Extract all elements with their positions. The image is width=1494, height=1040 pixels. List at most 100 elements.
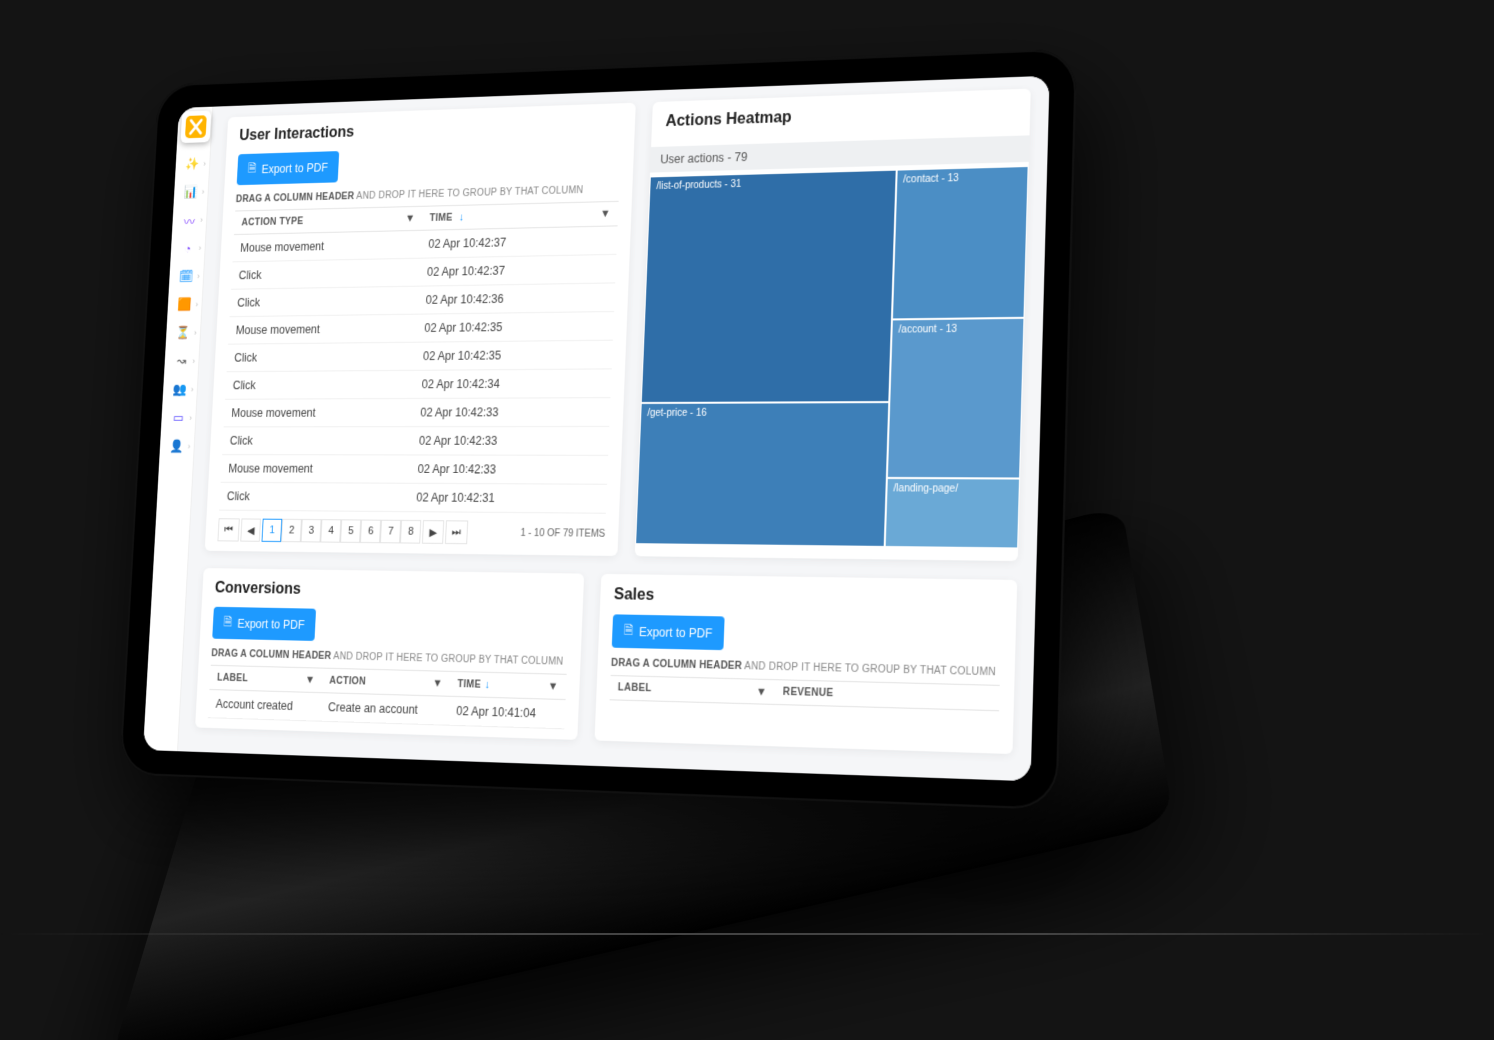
pager-page[interactable]: 8 [400,520,421,544]
table-row[interactable]: Mouse movement02 Apr 10:42:33 [224,398,611,427]
nav-user-plus-icon[interactable]: 👤› [159,432,194,461]
app-screen: ✨›📊›〰›◔›🗓›🟧›⏳›↝›👥›▭›👤› User Interactions… [143,76,1050,782]
export-pdf-button[interactable]: 🗎 Export to PDF [237,151,340,185]
sort-desc-icon[interactable]: ↓ [484,679,490,691]
export-pdf-button[interactable]: 🗎 Export to PDF [612,614,725,650]
col-time[interactable]: TIME ↓ ▼ [422,201,619,230]
nav-funnel-icon[interactable]: ⏳› [166,318,201,347]
group-hint[interactable]: DRAG A COLUMN HEADER AND DROP IT HERE TO… [611,658,1000,679]
nav-trend-icon[interactable]: 〰› [172,206,207,235]
pager-first-button[interactable]: ⏮ [217,518,239,541]
card-icon: ▭ [173,410,184,425]
pager-prev-button[interactable]: ◀ [240,518,261,541]
chevron-right-icon: › [197,271,200,280]
filter-icon[interactable]: ▼ [600,208,611,220]
chevron-right-icon: › [191,385,194,394]
sort-desc-icon[interactable]: ↓ [459,211,465,223]
panel-title: User Interactions [239,115,622,145]
app-logo[interactable] [180,110,211,143]
table-row[interactable]: Mouse movement02 Apr 10:42:35 [228,312,614,345]
pager-summary: 1 - 10 OF 79 ITEMS [469,527,605,539]
chevron-right-icon: › [192,356,195,365]
chevron-right-icon: › [200,215,203,224]
filter-icon[interactable]: ▼ [305,674,316,686]
chevron-right-icon: › [194,328,197,337]
export-pdf-label: Export to PDF [237,616,305,631]
nav-card-icon[interactable]: ▭› [161,404,196,433]
gauge-icon: ◔ [184,241,192,255]
pager-page[interactable]: 2 [281,519,302,542]
col-label[interactable]: LABEL▼ [610,675,776,704]
export-pdf-label: Export to PDF [639,624,713,640]
nav-calendar-icon[interactable]: 🗓› [169,262,204,291]
table-row[interactable]: Mouse movement02 Apr 10:42:33 [221,455,609,485]
nav-gauge-icon[interactable]: ◔› [170,234,205,263]
filter-icon[interactable]: ▼ [432,677,443,689]
filter-icon[interactable]: ▼ [756,686,768,699]
treemap-cell[interactable]: /list-of-products - 31 [641,170,897,404]
export-pdf-label: Export to PDF [261,160,328,175]
chevron-right-icon: › [201,187,204,196]
treemap-cell[interactable]: /landing-page/ [884,478,1020,548]
pdf-icon: 🗎 [247,159,256,179]
calendar-icon: 🗓 [179,269,194,284]
col-label[interactable]: LABEL▼ [209,665,322,692]
treemap-cell[interactable]: /account - 13 [887,318,1025,479]
chart-bar-icon: 📊 [184,184,199,199]
main-content: User Interactions 🗎 Export to PDF DRAG A… [178,76,1050,782]
nav-flow-icon[interactable]: ↝› [164,347,199,376]
interactions-table: ACTION TYPE ▼ TIME ↓ ▼ Mouse m [219,201,619,514]
table-row[interactable]: Click02 Apr 10:42:34 [225,369,612,399]
group-hint[interactable]: DRAG A COLUMN HEADER AND DROP IT HERE TO… [211,648,567,667]
col-action[interactable]: ACTION▼ [322,668,451,696]
filter-icon[interactable]: ▼ [405,213,416,225]
nav-area-chart-icon[interactable]: 🟧› [167,290,202,319]
users-icon: 👥 [173,382,188,397]
table-row[interactable]: Click02 Apr 10:42:31 [219,482,607,513]
funnel-icon: ⏳ [176,325,191,340]
pager-page[interactable]: 7 [380,520,401,544]
trend-icon: 〰 [183,211,195,229]
pager-page[interactable]: 1 [262,519,283,542]
treemap-cell[interactable]: /get-price - 16 [635,402,889,546]
user-plus-icon: 👤 [169,439,184,454]
treemap: /list-of-products - 31 /contact - 13 /ac… [635,166,1028,549]
pager-next-button[interactable]: ▶ [422,520,444,544]
chevron-right-icon: › [198,243,201,252]
panel-user-interactions: User Interactions 🗎 Export to PDF DRAG A… [205,103,636,556]
pager-page[interactable]: 4 [321,519,342,543]
panel-title: Sales [614,586,1003,611]
panel-title: Actions Heatmap [665,101,1016,131]
tablet-device: ✨›📊›〰›◔›🗓›🟧›⏳›↝›👥›▭›👤› User Interactions… [119,48,1077,810]
pager: ⏮ ◀ 12345678 ▶ ⏭ 1 - 10 OF 79 ITEMS [217,518,605,546]
panel-sales: Sales 🗎 Export to PDF DRAG A COLUMN HEAD… [594,574,1017,754]
nav-users-icon[interactable]: 👥› [162,375,197,404]
col-revenue[interactable]: REVENUE [774,680,999,711]
sales-table: LABEL▼ REVENUE [610,675,1000,711]
nav-chart-bar-icon[interactable]: 📊› [173,178,208,207]
panel-conversions: Conversions 🗎 Export to PDF DRAG A COLUM… [195,568,584,740]
pager-page[interactable]: 3 [301,519,322,542]
chevron-right-icon: › [195,300,198,309]
flow-icon: ↝ [176,354,186,369]
pdf-icon: 🗎 [624,621,634,642]
pager-page[interactable]: 5 [340,519,361,543]
nav-wand-icon[interactable]: ✨› [175,150,210,179]
pager-last-button[interactable]: ⏭ [445,520,468,544]
export-pdf-button[interactable]: 🗎 Export to PDF [212,607,316,641]
filter-icon[interactable]: ▼ [548,680,559,692]
wand-icon: ✨ [185,156,200,171]
panel-actions-heatmap: Actions Heatmap User actions - 79 /list-… [635,89,1031,562]
table-row[interactable]: Click02 Apr 10:42:33 [222,426,609,455]
chevron-right-icon: › [187,442,190,452]
chevron-right-icon: › [189,413,192,423]
treemap-cell[interactable]: /contact - 13 [892,166,1029,319]
conversions-table: LABEL▼ ACTION▼ TIME↓▼ Account created Cr… [208,665,567,730]
col-time[interactable]: TIME↓▼ [450,671,567,699]
pdf-icon: 🗎 [223,613,233,633]
col-action-type[interactable]: ACTION TYPE ▼ [234,206,423,234]
area-chart-icon: 🟧 [177,297,192,312]
table-row[interactable]: Click02 Apr 10:42:35 [227,340,613,372]
pager-page[interactable]: 6 [360,520,381,544]
panel-title: Conversions [214,580,570,604]
